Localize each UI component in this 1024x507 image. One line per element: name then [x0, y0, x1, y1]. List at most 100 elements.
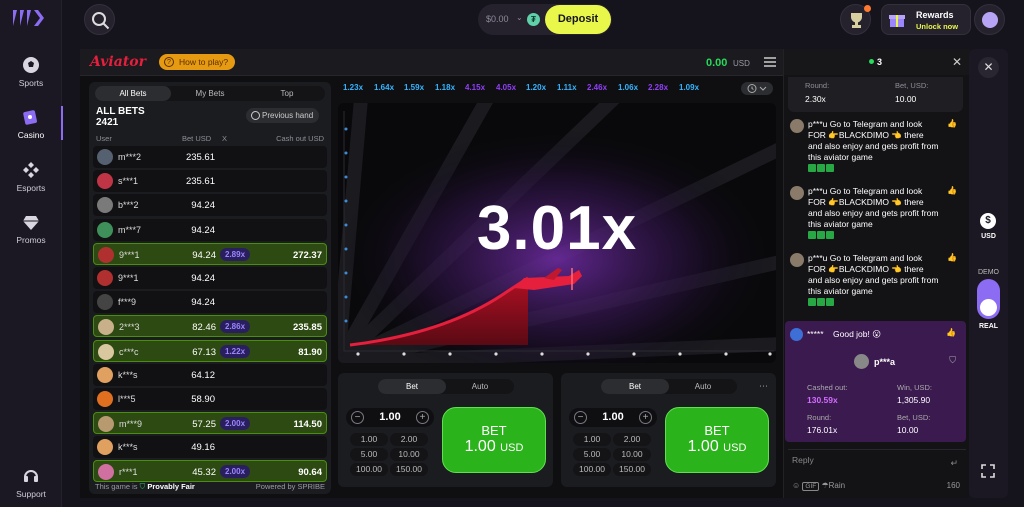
- nav-esports[interactable]: Esports: [0, 161, 62, 193]
- online-dot: [869, 59, 874, 64]
- search-button[interactable]: [84, 4, 115, 35]
- history-toggle-button[interactable]: [741, 82, 773, 95]
- quick-amount-button[interactable]: 2.00: [613, 433, 651, 446]
- close-game-button[interactable]: ✕: [978, 57, 999, 78]
- provably-fair-link[interactable]: This game is ⛉ Provably Fair: [95, 482, 195, 492]
- dollar-icon[interactable]: $: [980, 213, 996, 229]
- plus-icon[interactable]: +: [416, 411, 429, 424]
- bet-amount: 235.61: [185, 176, 215, 188]
- hamburger-menu-icon[interactable]: [764, 57, 776, 67]
- quick-amount-button[interactable]: 100.00: [573, 463, 611, 476]
- bet-amount-input[interactable]: 1.00: [368, 411, 412, 423]
- win-share-card: ***** Good job! 😮 👍 p***a ⛉ Cashed out: …: [785, 321, 966, 442]
- place-bet-button[interactable]: BET 1.00 USD: [665, 407, 769, 473]
- currency-label: USD: [981, 233, 996, 240]
- aviator-game: Aviator ? How to play? 0.00 USD All Bets…: [80, 49, 783, 498]
- more-options-icon[interactable]: ⋯: [759, 381, 768, 392]
- tab-top[interactable]: Top: [249, 86, 325, 101]
- bet-row: s***1 235.61: [93, 170, 327, 193]
- chevron-down-icon: ⌄: [516, 13, 523, 22]
- quick-amount-button[interactable]: 2.00: [390, 433, 428, 446]
- like-icon[interactable]: 👍: [946, 328, 956, 337]
- quick-amount-button[interactable]: 10.00: [390, 448, 428, 461]
- history-multiplier[interactable]: 1.20x: [526, 83, 546, 92]
- rain-button[interactable]: Rain: [829, 481, 845, 490]
- col-x: X: [222, 134, 228, 143]
- plus-icon[interactable]: +: [639, 411, 652, 424]
- bet-amount-stepper: −1.00 +: [569, 408, 657, 427]
- history-multiplier[interactable]: 1.64x: [374, 83, 394, 92]
- bet-row: m***9 57.25 2.00x 114.50: [93, 412, 327, 435]
- reply-box[interactable]: Reply ↵ ☺ GIF ☂Rain 160: [788, 449, 966, 494]
- quick-amount-button[interactable]: 10.00: [613, 448, 651, 461]
- bet-amount: 58.90: [191, 393, 215, 405]
- like-icon[interactable]: 👍: [947, 119, 957, 128]
- bet-user: m***7: [118, 224, 142, 235]
- like-icon[interactable]: 👍: [947, 186, 957, 195]
- bet-button-label: BET: [481, 423, 507, 438]
- send-icon[interactable]: ↵: [950, 458, 958, 469]
- minus-icon[interactable]: −: [574, 411, 587, 424]
- nav-sports[interactable]: Sports: [0, 56, 62, 88]
- history-multiplier[interactable]: 1.18x: [435, 83, 455, 92]
- place-bet-button[interactable]: BET 1.00 USD: [442, 407, 546, 473]
- history-multiplier[interactable]: 1.06x: [618, 83, 638, 92]
- history-multiplier[interactable]: 4.05x: [496, 83, 516, 92]
- checkmark-emojis: [808, 231, 940, 242]
- tab-my-bets[interactable]: My Bets: [172, 86, 248, 101]
- previous-hand-button[interactable]: Previous hand: [246, 108, 320, 123]
- demo-real-toggle[interactable]: [977, 279, 1000, 319]
- nav-support[interactable]: Support: [0, 467, 62, 499]
- like-icon[interactable]: 👍: [947, 253, 957, 262]
- history-multiplier[interactable]: 4.15x: [465, 83, 485, 92]
- history-multiplier[interactable]: 1.11x: [557, 83, 577, 92]
- fair-label: Provably Fair: [147, 482, 195, 491]
- fullscreen-icon[interactable]: [981, 464, 995, 478]
- col-cashout: Cash out USD: [276, 134, 324, 143]
- bet-multiplier: 2.00x: [220, 465, 251, 479]
- emoji-icon[interactable]: ☺: [792, 481, 800, 490]
- tab-bet[interactable]: Bet: [378, 379, 446, 394]
- quick-amount-button[interactable]: 5.00: [573, 448, 611, 461]
- quick-amount-button[interactable]: 5.00: [350, 448, 388, 461]
- trophy-button[interactable]: [840, 4, 871, 35]
- minus-icon[interactable]: −: [351, 411, 364, 424]
- history-multiplier[interactable]: 1.09x: [679, 83, 699, 92]
- reply-input[interactable]: Reply: [792, 455, 814, 465]
- nav-promos[interactable]: Promos: [0, 213, 62, 245]
- tab-bet[interactable]: Bet: [601, 379, 669, 394]
- bet-cashout: 272.37: [292, 249, 322, 261]
- quick-amount-button[interactable]: 150.00: [390, 463, 428, 476]
- gif-button[interactable]: GIF: [802, 482, 820, 491]
- casino-chip-icon: [23, 110, 37, 125]
- quick-amount-button[interactable]: 100.00: [350, 463, 388, 476]
- tab-auto[interactable]: Auto: [446, 379, 514, 394]
- bet-row: 2***3 82.46 2.86x 235.85: [93, 315, 327, 338]
- all-bets-title: ALL BETS: [96, 106, 145, 117]
- history-multiplier[interactable]: 1.23x: [343, 83, 363, 92]
- tab-auto[interactable]: Auto: [669, 379, 737, 394]
- bet-multiplier: 1.22x: [220, 344, 251, 358]
- chat-close-icon[interactable]: ✕: [952, 55, 962, 69]
- bet-amount-input[interactable]: 1.00: [591, 411, 635, 423]
- history-multiplier[interactable]: 2.46x: [587, 83, 607, 92]
- user-avatar-button[interactable]: [974, 4, 1005, 35]
- win-msg-author: *****: [807, 329, 824, 339]
- how-to-play-button[interactable]: ? How to play?: [159, 54, 236, 70]
- quick-amount-button[interactable]: 150.00: [613, 463, 651, 476]
- rewards-button[interactable]: Rewards Unlock now: [881, 4, 971, 35]
- deposit-button[interactable]: Deposit: [545, 5, 611, 34]
- search-icon: [92, 12, 110, 30]
- cashed-value: 130.59x: [807, 395, 838, 405]
- chat-panel: 3 ✕ Round: 2.30x Bet, USD: 10.00 p***u G…: [783, 49, 970, 498]
- quick-amount-button[interactable]: 1.00: [350, 433, 388, 446]
- brand-logo[interactable]: [11, 8, 51, 28]
- history-multiplier[interactable]: 2.28x: [648, 83, 668, 92]
- previous-hand-label: Previous hand: [262, 111, 314, 120]
- nav-casino[interactable]: Casino: [0, 106, 63, 140]
- tab-all-bets[interactable]: All Bets: [95, 86, 171, 101]
- tether-coin-icon: ₮: [527, 13, 540, 26]
- bet-amount: 45.32: [192, 467, 216, 479]
- quick-amount-button[interactable]: 1.00: [573, 433, 611, 446]
- history-multiplier[interactable]: 1.59x: [404, 83, 424, 92]
